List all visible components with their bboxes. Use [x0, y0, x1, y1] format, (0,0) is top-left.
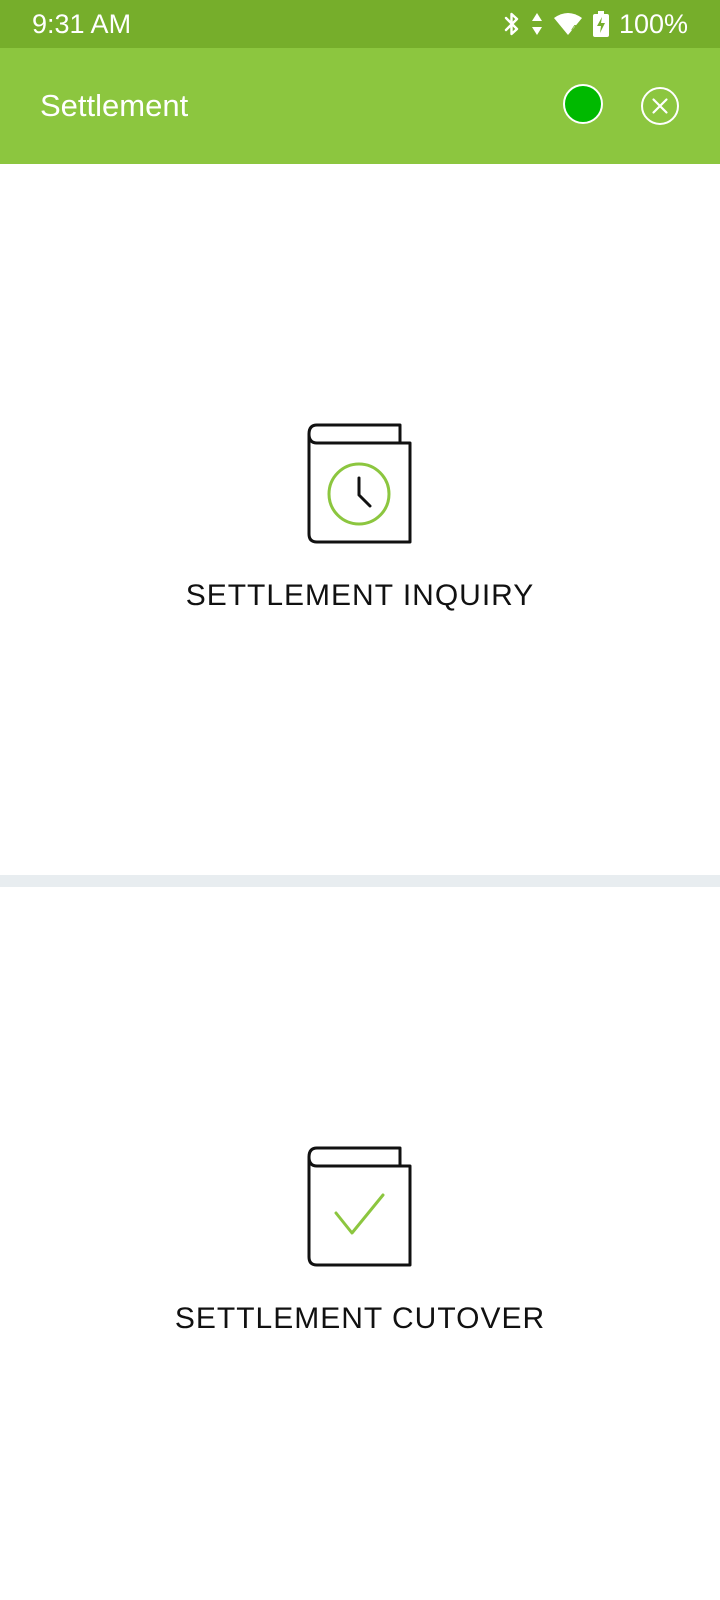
bluetooth-icon [503, 11, 521, 37]
status-bar: 9:31 AM 4 100% [0, 0, 720, 48]
settlement-inquiry-button[interactable]: SETTLEMENT INQUIRY [0, 164, 720, 875]
app-bar: Settlement [0, 48, 720, 164]
status-icons: 4 100% [503, 8, 688, 40]
data-arrows-icon [531, 12, 543, 36]
wifi-icon: 4 [553, 12, 583, 36]
divider [0, 875, 720, 887]
status-time: 9:31 AM [32, 9, 132, 39]
battery-percentage: 100% [618, 9, 688, 39]
battery-charging-icon [592, 11, 609, 37]
book-clock-icon [307, 423, 412, 544]
page-title: Settlement [40, 88, 189, 123]
close-button[interactable] [640, 86, 680, 126]
book-check-icon [307, 1146, 412, 1267]
option-label: SETTLEMENT CUTOVER [174, 1302, 546, 1335]
option-label: SETTLEMENT INQUIRY [185, 579, 535, 612]
settlement-cutover-button[interactable]: SETTLEMENT CUTOVER [0, 887, 720, 1600]
close-circle-icon [641, 87, 679, 125]
svg-text:4: 4 [571, 24, 577, 35]
connection-status-indicator [563, 84, 603, 124]
